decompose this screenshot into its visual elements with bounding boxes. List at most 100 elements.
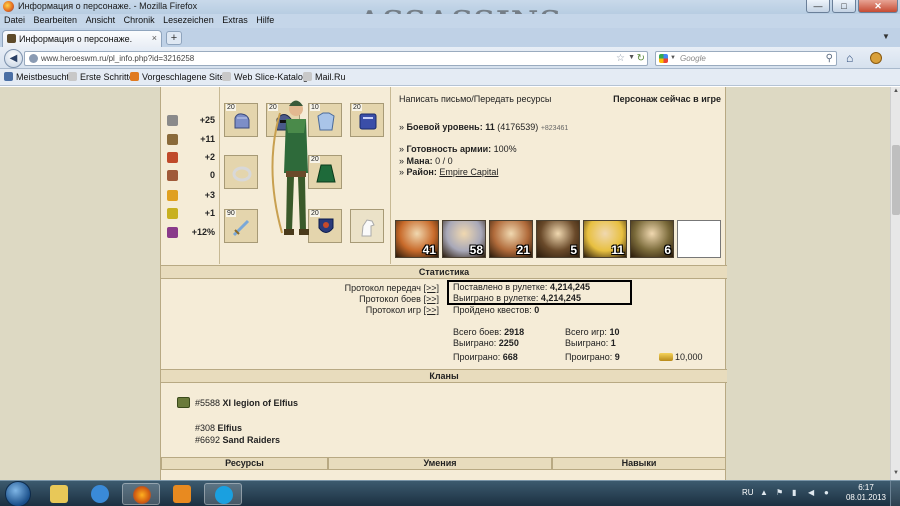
google-icon[interactable] [659,54,668,63]
taskbar-skype[interactable] [204,483,242,505]
equipment-panel: 20 20 10 20 20 90 20 [219,87,391,264]
bookmark-meistbesucht[interactable]: Meistbesucht [4,72,69,82]
clock-date: 08.01.2013 [845,493,887,502]
statistics-header: Статистика [161,265,727,279]
menu-bearbeiten[interactable]: Bearbeiten [30,14,80,25]
stat-attack: +25 [167,114,217,128]
maximize-button[interactable]: □ [832,0,856,13]
clan-item[interactable]: #308 Elfius [195,423,242,433]
scroll-up-icon[interactable]: ▲ [892,88,900,97]
start-button[interactable] [5,481,31,506]
potion-icon [167,227,178,238]
army-unit[interactable]: 5 [536,220,580,258]
battles-lost: Проиграно: 668 [453,352,518,362]
tab-label: Информация о персонаже. [19,34,133,44]
url-dropdown-icon[interactable]: ▼ [628,54,635,61]
clan-emblem-icon[interactable] [177,397,190,408]
volume-icon[interactable]: ◀ [808,488,814,497]
menu-ansicht[interactable]: Ansicht [82,14,118,25]
army-unit[interactable]: 41 [395,220,439,258]
taskbar-firefox[interactable] [122,483,160,505]
game-log-link[interactable]: [>>] [423,305,439,315]
mana-row: » Мана: 0 / 0 [399,156,453,166]
menu-datei[interactable]: Datei [0,14,27,25]
page-scrollbar[interactable]: ▲ ▼ [890,87,900,480]
shield-icon [167,134,178,145]
back-button[interactable]: ◀ [4,49,23,68]
addon-icon[interactable] [870,52,882,64]
slot-ring[interactable] [224,155,258,189]
stat-knowledge: 0 [167,169,217,183]
menu-lesezeichen[interactable]: Lesezeichen [159,14,216,25]
firefox-icon [133,486,151,504]
scroll-thumb[interactable] [892,145,900,215]
battle-log-link[interactable]: [>>] [423,294,439,304]
district-link[interactable]: Empire Capital [439,167,498,177]
show-desktop-button[interactable] [890,481,900,506]
tab-character-info[interactable]: Информация о персонаже. × [2,30,162,47]
skills-header: Умения [328,457,552,470]
new-tab-button[interactable]: + [166,31,182,45]
site-identity-icon[interactable] [29,54,38,63]
slot-mount[interactable] [350,209,384,243]
url-text[interactable]: www.heroeswm.ru/pl_info.php?id=3216258 [41,54,194,63]
close-button[interactable]: ✕ [858,0,898,13]
menu-extras[interactable]: Extras [218,14,250,25]
taskbar-explorer[interactable] [40,483,78,505]
clan-item[interactable]: #5588 XI legion of Elfius [195,398,298,408]
reload-icon[interactable]: ↻ [637,53,645,64]
suggested-sites-icon [130,72,139,81]
tray-app-icon[interactable]: ● [824,488,829,497]
transfer-log-link[interactable]: [>>] [423,283,439,293]
menu-hilfe[interactable]: Hilfe [252,14,276,25]
tab-list-icon[interactable]: ▼ [880,32,892,42]
bookmark-star-icon[interactable]: ☆ [616,53,625,64]
game-log: Протокол игр [>>] [365,305,439,315]
games-lost: Проиграно: 9 [565,352,620,362]
online-status: Персонаж сейчас в игре [613,94,721,104]
gold-icon [659,353,673,361]
hero-figure [271,100,309,235]
bookmark-vorgeschlagene-sites[interactable]: Vorgeschlagene Sites [130,72,229,82]
slot-gloves[interactable]: 20 [224,103,258,137]
search-box[interactable]: ▼ Google ⚲ [655,51,837,66]
clan-item[interactable]: #6692 Sand Raiders [195,435,280,445]
slot-weapon[interactable]: 90 [224,209,258,243]
battle-log: Протокол боев [>>] [359,294,439,304]
taskbar-ie[interactable] [81,483,119,505]
gold-amount: 10,000 [675,352,703,362]
search-icon[interactable]: ⚲ [826,53,833,64]
home-icon[interactable]: ⌂ [846,51,853,65]
army-unit[interactable]: 58 [442,220,486,258]
bookmark-mail-ru[interactable]: Mail.Ru [303,72,346,82]
page-icon [68,72,77,81]
site-favicon [7,34,16,43]
send-mail-link[interactable]: Написать письмо/Передать ресурсы [399,94,551,104]
window-controls: — □ ✕ [806,0,898,13]
action-center-icon[interactable]: ⚑ [776,488,783,497]
menu-chronik[interactable]: Chronik [120,14,157,25]
tab-close-icon[interactable]: × [152,33,157,43]
network-icon[interactable]: ▮ [792,488,796,497]
army-unit[interactable]: 21 [489,220,533,258]
district-row: » Район: Empire Capital [399,167,499,177]
bookmark-web-slice-katalog[interactable]: Web Slice-Katalog [222,72,308,82]
url-bar[interactable]: www.heroeswm.ru/pl_info.php?id=3216258 ☆… [24,51,648,66]
page-icon [222,72,231,81]
stat-defense: +11 [167,133,217,147]
skype-icon [215,486,233,504]
clock[interactable]: 6:17 08.01.2013 [844,483,888,503]
minimize-button[interactable]: — [806,0,830,13]
language-indicator[interactable]: RU [742,488,754,497]
scroll-down-icon[interactable]: ▼ [892,470,900,479]
search-placeholder[interactable]: Google [680,54,706,63]
slot-book[interactable]: 20 [350,103,384,137]
army-unit[interactable]: 6 [630,220,674,258]
stat-morale: +1 [167,207,217,221]
navigation-toolbar: www.heroeswm.ru/pl_info.php?id=3216258 ☆… [0,47,900,69]
tray-expand-icon[interactable]: ▲ [760,488,768,497]
taskbar-media-player[interactable] [163,483,201,505]
army-unit[interactable]: 11 [583,220,627,258]
search-engine-dropdown-icon[interactable]: ▼ [670,55,676,61]
bookmark-erste-schritte[interactable]: Erste Schritte [68,72,134,82]
